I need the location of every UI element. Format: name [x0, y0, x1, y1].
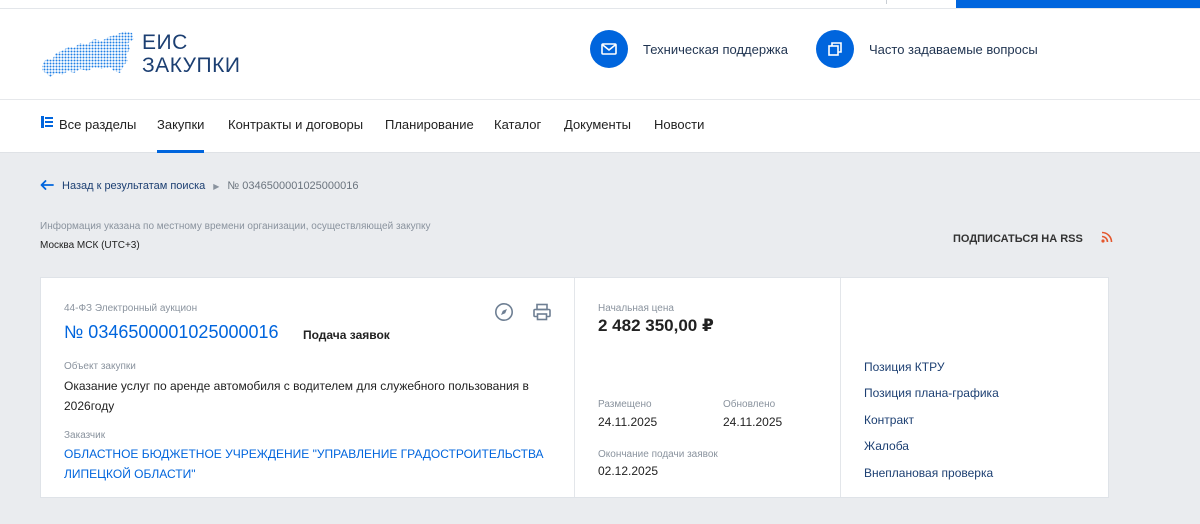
nav-planning[interactable]: Планирование — [385, 100, 474, 153]
customer-link[interactable]: ОБЛАСТНОЕ БЮДЖЕТНОЕ УЧРЕЖДЕНИЕ "УПРАВЛЕН… — [64, 444, 554, 484]
updated-label: Обновлено — [723, 399, 776, 410]
posted-date: 24.11.2025 — [598, 415, 658, 429]
purchase-card: 44-ФЗ Электронный аукцион № 034650000102… — [40, 277, 1109, 498]
purchase-price-info: Начальная цена 2 482 350,00 ₽ Размещено … — [575, 278, 841, 497]
rss-subscribe-label: ПОДПИСАТЬСЯ НА RSS — [953, 232, 1083, 245]
mail-icon — [590, 30, 628, 68]
main-nav: Все разделы Закупки Контракты и договоры… — [0, 100, 1200, 153]
logo-title: ЕИС — [142, 31, 188, 54]
arrow-left-icon[interactable] — [40, 179, 54, 193]
object-description: Оказание услуг по аренде автомобиля с во… — [64, 379, 529, 413]
nav-all-sections-label: Все разделы — [59, 117, 137, 132]
timezone-value: Москва МСК (UTC+3) — [40, 240, 140, 251]
price-value: 2 482 350,00 ₽ — [598, 316, 714, 335]
top-blue-bar — [956, 0, 1200, 8]
nav-news-label: Новости — [654, 117, 705, 132]
russia-map-icon — [42, 31, 134, 77]
updated-date: 24.11.2025 — [723, 415, 783, 429]
deadline-date: 02.12.2025 — [598, 464, 659, 478]
support-link[interactable]: Техническая поддержка — [590, 30, 788, 68]
customer-label: Заказчик — [64, 430, 106, 441]
top-divider — [886, 0, 887, 4]
breadcrumb-separator-icon: ▶ — [213, 181, 220, 191]
sections-icon — [40, 100, 54, 150]
back-to-results-link[interactable]: Назад к результатам поиска — [62, 180, 205, 192]
breadcrumb-current: № 0346500001025000016 — [227, 180, 359, 192]
top-strip — [0, 0, 1200, 9]
ktru-position-link[interactable]: Позиция КТРУ — [864, 358, 999, 384]
nav-news[interactable]: Новости — [654, 100, 704, 153]
nav-documents[interactable]: Документы — [564, 100, 631, 153]
breadcrumb: Назад к результатам поиска ▶ № 034650000… — [40, 178, 359, 194]
faq-link-label: Часто задаваемые вопросы — [869, 41, 1038, 57]
plan-schedule-link[interactable]: Позиция плана-графика — [864, 384, 999, 410]
copy-icon — [816, 30, 854, 68]
posted-label: Размещено — [598, 399, 652, 410]
nav-purchases[interactable]: Закупки — [157, 100, 205, 153]
nav-documents-label: Документы — [564, 117, 632, 132]
purchase-main-info: 44-ФЗ Электронный аукцион № 034650000102… — [41, 278, 575, 497]
support-link-label: Техническая поддержка — [643, 41, 788, 57]
object-label: Объект закупки — [64, 361, 136, 372]
nav-catalog[interactable]: Каталог — [494, 100, 541, 153]
nav-planning-label: Планирование — [385, 117, 474, 132]
nav-catalog-label: Каталог — [494, 117, 542, 132]
purchase-number-link[interactable]: № 0346500001025000016 — [64, 322, 279, 343]
rss-subscribe-button[interactable]: ПОДПИСАТЬСЯ НА RSS — [953, 231, 1113, 246]
complaint-link[interactable]: Жалоба — [864, 437, 999, 463]
related-links: Позиция КТРУ Позиция плана-графика Контр… — [841, 278, 1108, 497]
logo-subtitle: ЗАКУПКИ — [142, 54, 241, 77]
print-icon[interactable] — [532, 302, 552, 327]
compass-icon[interactable] — [494, 302, 514, 327]
nav-contracts-label: Контракты и договоры — [228, 117, 364, 132]
eis-logo[interactable]: ЕИС ЗАКУПКИ — [40, 29, 240, 81]
site-header: ЕИС ЗАКУПКИ Техническая поддержка Часто … — [0, 9, 1200, 100]
deadline-label: Окончание подачи заявок — [598, 449, 718, 460]
rss-icon — [1101, 231, 1113, 246]
price-label: Начальная цена — [598, 303, 674, 314]
nav-all-sections[interactable]: Все разделы — [40, 100, 136, 153]
unscheduled-check-link[interactable]: Внеплановая проверка — [864, 464, 999, 490]
faq-link[interactable]: Часто задаваемые вопросы — [816, 30, 1038, 68]
timezone-note: Информация указана по местному времени о… — [40, 221, 431, 232]
nav-contracts[interactable]: Контракты и договоры — [228, 100, 363, 153]
contract-link[interactable]: Контракт — [864, 411, 999, 437]
law-type: 44-ФЗ Электронный аукцион — [64, 303, 198, 314]
status-badge: Подача заявок — [303, 328, 390, 342]
nav-purchases-label: Закупки — [157, 117, 205, 132]
